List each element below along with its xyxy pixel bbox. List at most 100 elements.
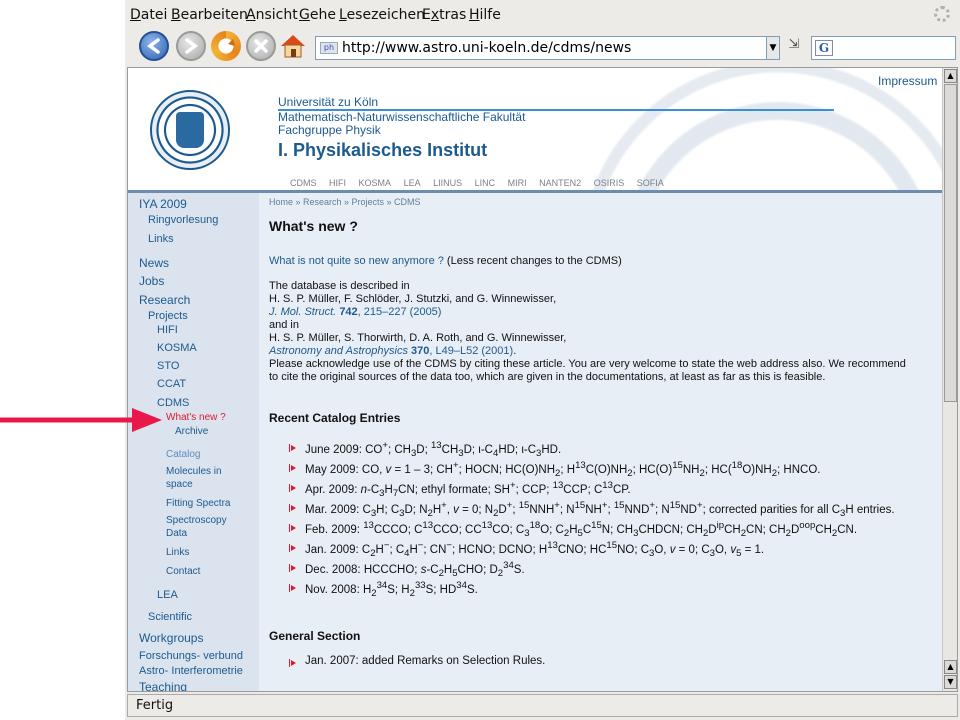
ref2-citation[interactable]: Astronomy and Astrophysics 370, L49–L52 … [269, 345, 513, 357]
catalog-entry: Mar. 2009: C3H; C3D; N2H+, v = 0; N2D+; … [305, 500, 895, 520]
menu-lesezeichen[interactable]: Lesezeichen [339, 7, 425, 23]
stop-x-icon [254, 39, 268, 53]
catalog-entry: Jan. 2009: C2H−; C4H−; CN−; HCNO; DCNO; … [305, 540, 765, 560]
sidebar-item-projects[interactable]: Projects [148, 310, 188, 322]
project-link-lea[interactable]: LEA [404, 178, 421, 188]
page-title: What's new ? [269, 218, 358, 234]
bullet-icon [289, 444, 296, 452]
menu-bar: Datei Bearbeiten Ansicht Gehe Lesezeiche… [125, 0, 960, 30]
bullet-icon [289, 584, 296, 592]
sidebar-item-molecules-2[interactable]: space [166, 479, 193, 490]
stop-button[interactable] [246, 31, 276, 61]
sidebar-item-astro-interferometrie[interactable]: Astro- Interferometrie [139, 665, 243, 677]
sidebar-item-archive[interactable]: Archive [175, 426, 208, 437]
project-link-osiris[interactable]: OSIRIS [594, 178, 625, 188]
sidebar-item-scientific[interactable]: Scientific [148, 611, 192, 623]
menu-extras[interactable]: Extras [422, 7, 466, 23]
bullet-icon [289, 564, 296, 572]
scroll-down-button[interactable]: ▼ [944, 675, 957, 689]
forward-button[interactable] [176, 31, 206, 61]
main-content: Home » Research » Projects » CDMS What's… [259, 193, 943, 691]
throbber-icon [934, 6, 950, 22]
sidebar-item-spectroscopy[interactable]: Spectroscopy [166, 515, 227, 526]
menu-datei[interactable]: Datei [130, 7, 167, 23]
sidebar-item-fitting-spectra[interactable]: Fitting Spectra [166, 498, 230, 509]
sidebar-item-teaching[interactable]: Teaching [139, 680, 187, 691]
bullet-icon [289, 484, 296, 492]
institute-heading: Universität zu Köln Mathematisch-Naturwi… [278, 96, 834, 161]
vertical-scrollbar[interactable]: ▲ ▲ ▼ [942, 68, 957, 691]
sidebar-item-links[interactable]: Links [148, 233, 174, 245]
menu-gehe[interactable]: Gehe [299, 7, 336, 23]
sidebar-item-jobs[interactable]: Jobs [139, 274, 164, 288]
sidebar-item-spectroscopy-2[interactable]: Data [166, 528, 187, 539]
ref1-citation[interactable]: J. Mol. Struct. 742, 215–227 (2005) [269, 306, 441, 318]
home-icon [281, 35, 305, 58]
bullet-icon [289, 504, 296, 512]
menu-bearbeiten[interactable]: Bearbeiten [171, 7, 248, 23]
project-link-nanten2[interactable]: NANTEN2 [539, 178, 581, 188]
impressum-link[interactable]: Impressum [878, 74, 937, 88]
back-button[interactable] [139, 31, 169, 61]
bullet-icon [289, 659, 296, 667]
address-bar[interactable]: ph http://www.astro.uni-koeln.de/cdms/ne… [315, 36, 779, 60]
sidebar-item-lea[interactable]: LEA [157, 589, 178, 601]
project-link-linc[interactable]: LINC [475, 178, 496, 188]
status-text: Fertig [136, 698, 174, 713]
reload-button[interactable] [211, 31, 241, 61]
home-button[interactable] [278, 31, 308, 61]
sidebar-item-sto[interactable]: STO [157, 360, 179, 372]
sidebar-item-kosma[interactable]: KOSMA [157, 342, 197, 354]
sidebar-item-molecules[interactable]: Molecules in [166, 466, 222, 477]
search-engine-icon[interactable]: G [815, 40, 833, 56]
sidebar-item-ringvorlesung[interactable]: Ringvorlesung [148, 214, 218, 226]
scroll-up-button[interactable]: ▲ [944, 69, 957, 83]
sidebar-item-whats-new[interactable]: What's new ? [166, 412, 226, 423]
scrollbar-thumb[interactable] [944, 84, 957, 402]
ref1-authors: H. S. P. Müller, F. Schlöder, J. Stutzki… [269, 293, 557, 305]
project-link-liinus[interactable]: LIINUS [433, 178, 462, 188]
scroll-up-button-lower[interactable]: ▲ [944, 660, 957, 674]
go-button[interactable]: ⇲ [785, 37, 803, 57]
catalog-entry: Apr. 2009: n-C3H7CN; ethyl formate; SH+;… [305, 480, 631, 500]
menu-hilfe[interactable]: Hilfe [469, 7, 501, 23]
general-section-heading: General Section [269, 629, 361, 643]
address-dropdown-button[interactable]: ▼ [766, 36, 780, 60]
breadcrumb[interactable]: Home » Research » Projects » CDMS [269, 197, 421, 207]
institute-name[interactable]: I. Physikalisches Institut [278, 140, 525, 161]
group-name[interactable]: Fachgruppe Physik [278, 124, 525, 137]
sidebar-item-forschungsverbund[interactable]: Forschungs- verbund [139, 650, 243, 662]
project-link-miri[interactable]: MIRI [508, 178, 527, 188]
sidebar-item-iya[interactable]: IYA 2009 [139, 197, 187, 211]
search-box[interactable]: G [811, 36, 956, 60]
project-link-sofia[interactable]: SOFIA [637, 178, 664, 188]
university-name[interactable]: Universität zu Köln [278, 96, 525, 109]
sidebar-item-research[interactable]: Research [139, 293, 190, 307]
sidebar-item-catalog[interactable]: Catalog [166, 449, 200, 460]
menu-ansicht[interactable]: Ansicht [246, 7, 298, 23]
bullet-icon [289, 544, 296, 552]
sidebar-item-workgroups[interactable]: Workgroups [139, 631, 203, 645]
catalog-entry: June 2009: CO+; CH3D; 13CH3D; ι-C4HD; ι-… [305, 440, 562, 460]
sidebar-item-ccat[interactable]: CCAT [157, 378, 186, 390]
older-news-link[interactable]: What is not quite so new anymore ? [269, 255, 444, 267]
sidebar-item-contact[interactable]: Contact [166, 566, 200, 577]
general-entry: Jan. 2007: added Remarks on Selection Ru… [305, 655, 546, 667]
catalog-entry: May 2009: CO, v = 1 – 3; CH+; HOCN; HC(O… [305, 460, 821, 480]
catalog-entry: Dec. 2008: HCCCHO; s-C2H5CHO; D234S. [305, 560, 525, 580]
recent-entries-heading: Recent Catalog Entries [269, 411, 401, 425]
project-link-hifi[interactable]: HIFI [329, 178, 346, 188]
sidebar-item-news[interactable]: News [139, 256, 169, 270]
address-text: http://www.astro.uni-koeln.de/cdms/news [342, 40, 632, 56]
sidebar-item-hifi[interactable]: HIFI [157, 324, 178, 336]
forward-arrow-icon [185, 38, 198, 54]
description-intro: The database is described in [269, 280, 410, 292]
project-link-cdms[interactable]: CDMS [290, 178, 317, 188]
university-seal-logo [150, 90, 230, 170]
sidebar-item-links-cdms[interactable]: Links [166, 547, 189, 558]
page-viewport: Universität zu Köln Mathematisch-Naturwi… [127, 67, 958, 692]
status-bar: Fertig [127, 694, 958, 717]
back-arrow-icon [147, 38, 160, 54]
and-in-text: and in [269, 319, 299, 331]
project-link-kosma[interactable]: KOSMA [359, 178, 392, 188]
